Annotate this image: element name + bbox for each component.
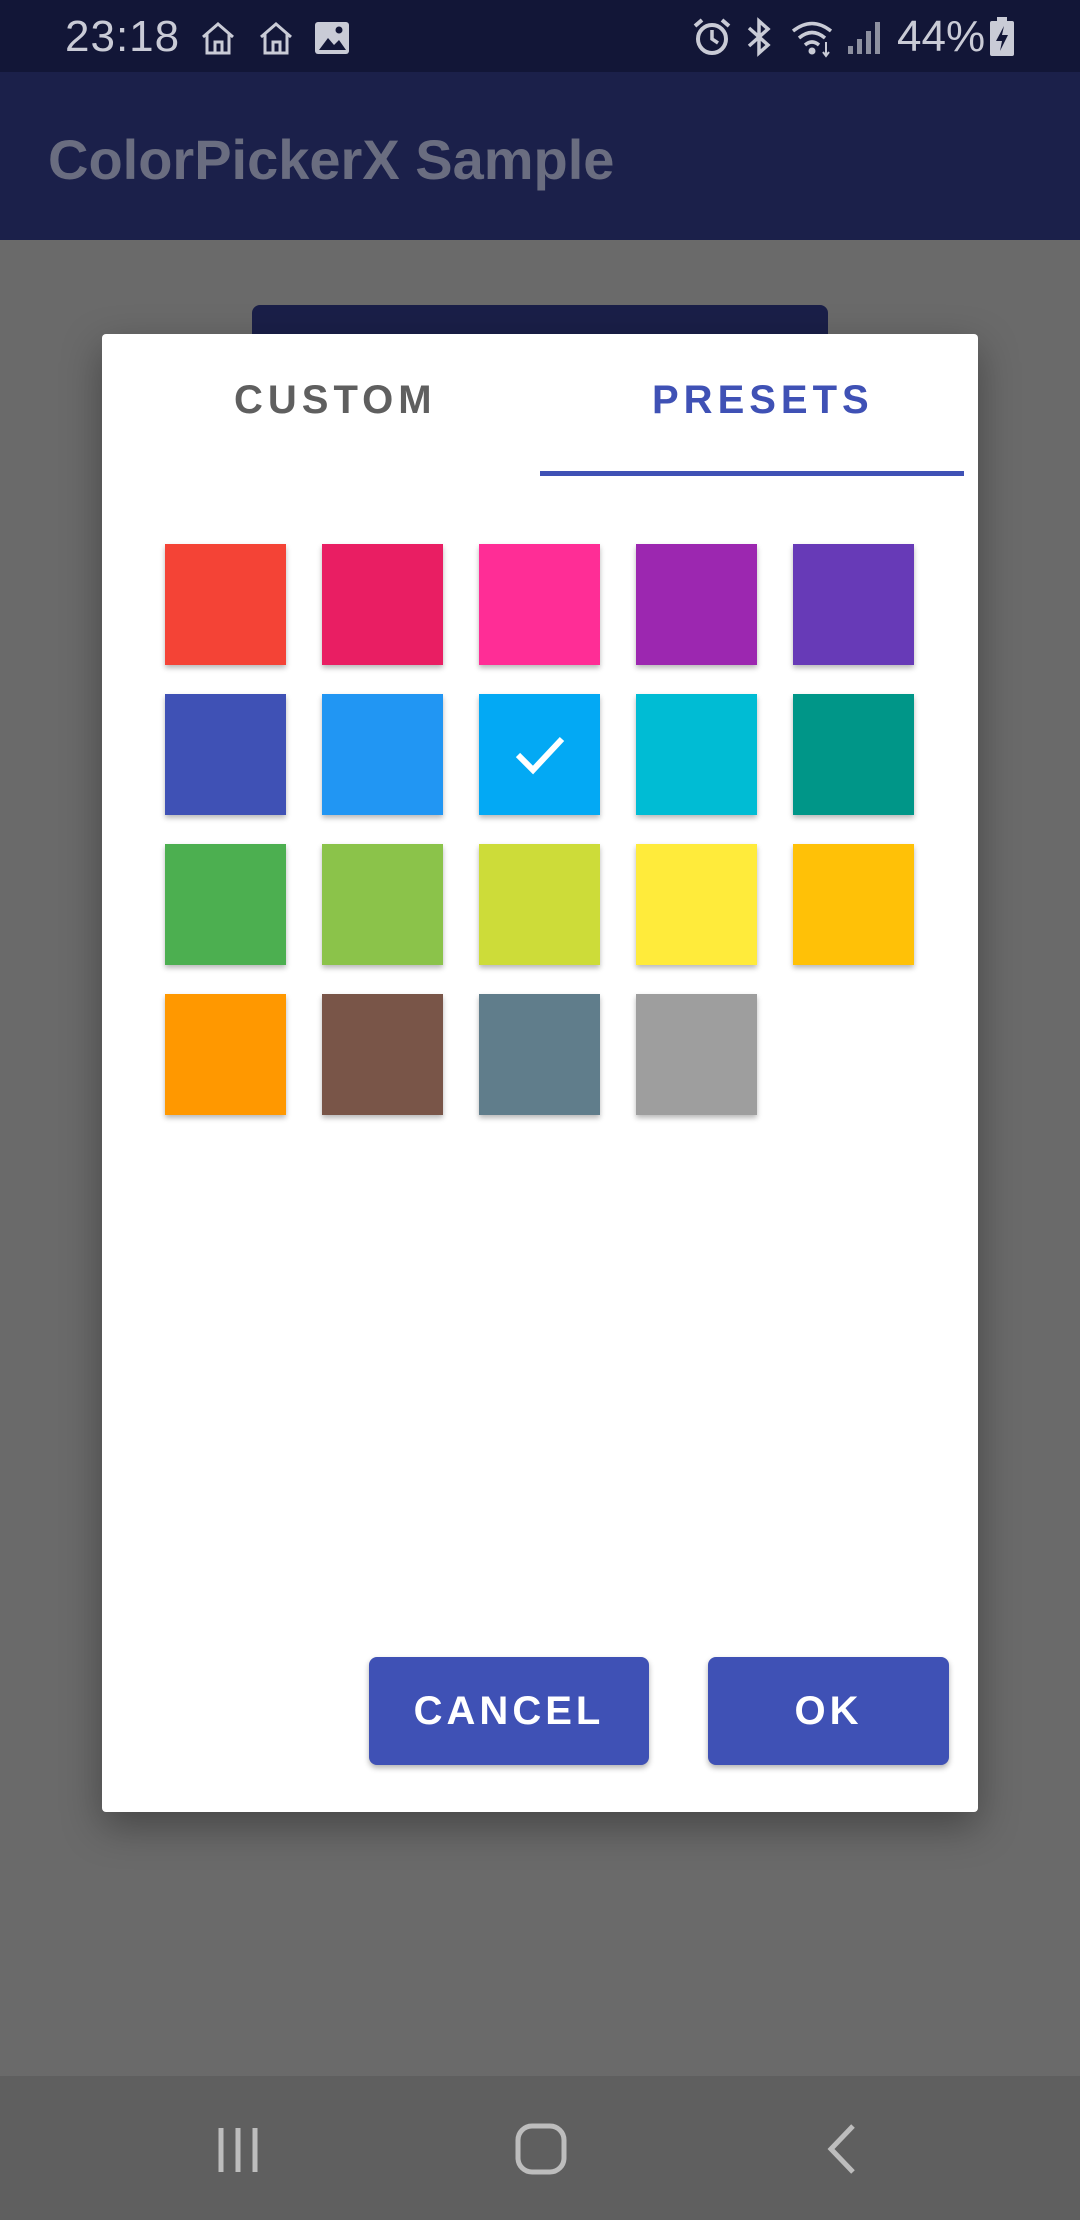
- color-picker-dialog: CUSTOM PRESETS CANCEL OK: [102, 334, 978, 1812]
- status-time: 23:18: [65, 12, 181, 61]
- back-icon[interactable]: [823, 2122, 863, 2181]
- cancel-button[interactable]: CANCEL: [369, 1657, 649, 1765]
- color-swatch[interactable]: [322, 694, 443, 815]
- app-title: ColorPickerX Sample: [48, 128, 615, 191]
- color-swatch[interactable]: [165, 844, 286, 965]
- wifi-icon: [790, 16, 834, 58]
- tab-indicator: [540, 471, 964, 476]
- color-swatch[interactable]: [165, 994, 286, 1115]
- check-icon: [515, 736, 565, 775]
- color-swatch[interactable]: [636, 994, 757, 1115]
- color-swatch[interactable]: [479, 844, 600, 965]
- home-icon: [198, 18, 238, 56]
- signal-icon: [842, 16, 886, 58]
- navigation-bar: [0, 2076, 1080, 2220]
- color-swatch[interactable]: [793, 694, 914, 815]
- color-swatch[interactable]: [636, 544, 757, 665]
- color-swatch[interactable]: [793, 544, 914, 665]
- color-swatch[interactable]: [165, 544, 286, 665]
- alarm-icon: [690, 16, 734, 58]
- color-swatch[interactable]: [479, 994, 600, 1115]
- color-swatch[interactable]: [322, 994, 443, 1115]
- battery-percentage: 44%: [897, 12, 986, 61]
- tab-presets[interactable]: PRESETS: [652, 378, 874, 423]
- tab-custom[interactable]: CUSTOM: [234, 378, 437, 423]
- color-swatch[interactable]: [322, 544, 443, 665]
- color-swatch-selected[interactable]: [479, 694, 600, 815]
- ok-button[interactable]: OK: [708, 1657, 949, 1765]
- battery-charging-icon: [988, 16, 1032, 58]
- recent-apps-icon[interactable]: [212, 2124, 264, 2181]
- color-swatch[interactable]: [636, 844, 757, 965]
- color-swatch[interactable]: [479, 544, 600, 665]
- color-swatch[interactable]: [636, 694, 757, 815]
- status-bar: 23:18 44%: [0, 0, 1080, 72]
- color-swatch[interactable]: [322, 844, 443, 965]
- color-swatch[interactable]: [793, 844, 914, 965]
- home-icon[interactable]: [514, 2122, 568, 2181]
- color-swatch[interactable]: [165, 694, 286, 815]
- home-icon: [256, 18, 296, 56]
- image-icon: [312, 18, 352, 56]
- app-bar: ColorPickerX Sample: [0, 72, 1080, 240]
- bluetooth-icon: [738, 16, 782, 58]
